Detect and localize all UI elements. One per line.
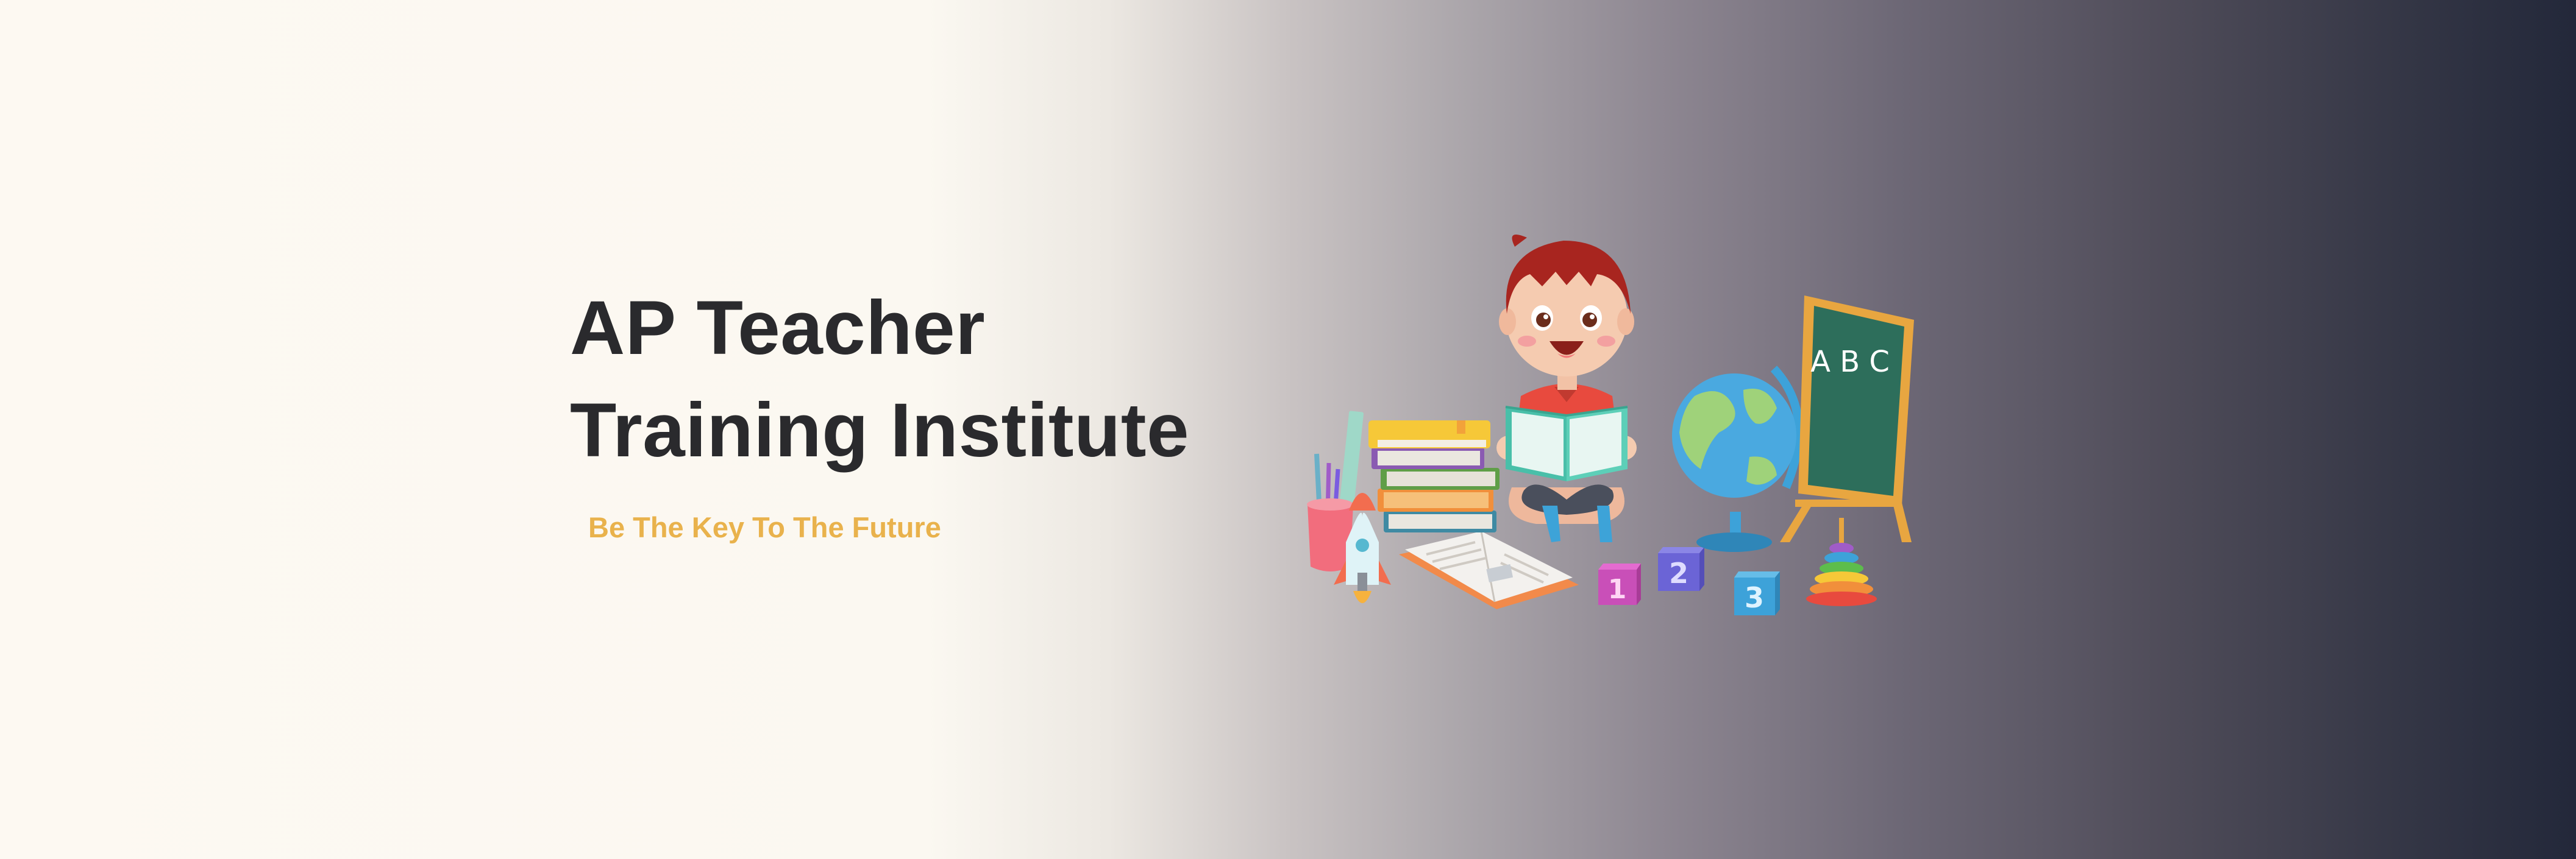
svg-text:3: 3 [1745, 581, 1764, 614]
chalkboard-text: A B C [1810, 345, 1890, 379]
title-line-1: AP Teacher [570, 286, 986, 370]
hero-banner: AP Teacher Training Institute Be The Key… [0, 0, 2576, 859]
title-line-2: Training Institute [570, 388, 1189, 473]
number-block-icon: 1 2 3 [1598, 547, 1780, 615]
svg-text:1: 1 [1608, 574, 1627, 605]
globe-icon [1672, 366, 1803, 552]
tagline: Be The Key To The Future [588, 511, 941, 543]
open-book-icon [1399, 531, 1579, 609]
svg-text:2: 2 [1669, 557, 1688, 590]
ring-stacker-icon [1806, 518, 1877, 606]
boy-reading-icon [1496, 235, 1637, 542]
education-illustration: 1 2 3 A B C [1280, 213, 1926, 652]
page-title: AP Teacher Training Institute [570, 277, 1189, 482]
books-stack-icon [1368, 420, 1500, 532]
